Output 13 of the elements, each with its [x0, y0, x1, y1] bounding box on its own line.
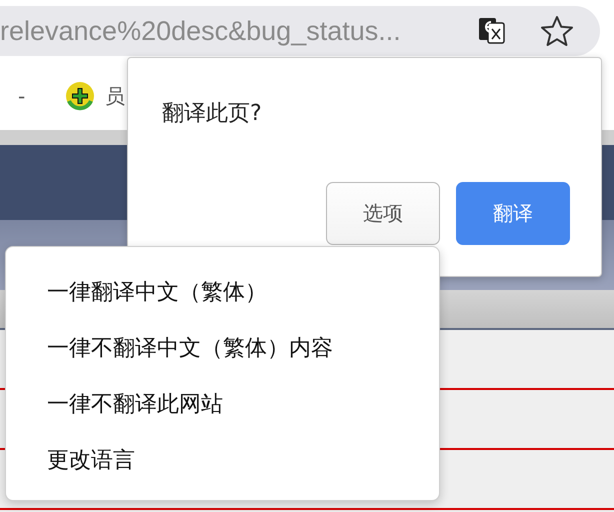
options-button[interactable]: 选项 — [326, 182, 440, 245]
menu-item[interactable]: 一律不翻译中文（繁体）内容 — [6, 329, 439, 385]
bookmark-star-icon[interactable] — [540, 15, 574, 47]
bookmark-label[interactable]: 员 — [105, 82, 126, 110]
plus-badge-icon — [65, 81, 96, 111]
url-text: relevance%20desc&bug_status... — [0, 16, 402, 46]
translate-icon[interactable] — [478, 17, 506, 45]
translate-button[interactable]: 翻译 — [456, 182, 570, 245]
dialog-title: 翻译此页? — [162, 100, 262, 128]
bookmark-label[interactable]: - — [18, 84, 26, 108]
menu-item[interactable]: 一律不翻译此网站 — [6, 385, 439, 441]
menu-item[interactable]: 更改语言 — [6, 441, 439, 497]
menu-item[interactable]: 一律翻译中文（繁体） — [6, 273, 439, 329]
